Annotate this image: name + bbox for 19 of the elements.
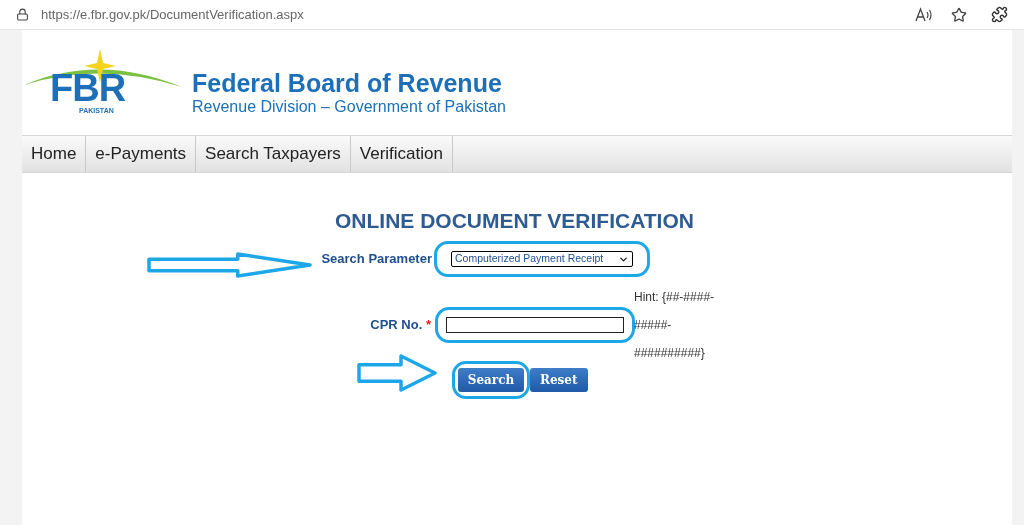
logo-letters: FBR [50,69,126,107]
read-aloud-icon[interactable] [915,6,933,23]
site-subtitle: Revenue Division – Government of Pakistan [192,97,506,117]
url-text[interactable]: https://e.fbr.gov.pk/DocumentVerification.aspx [41,4,304,25]
search-parameter-select[interactable]: Computerized Payment Receipt [451,251,633,267]
page-heading: ONLINE DOCUMENT VERIFICATION [335,209,695,233]
nav-link[interactable]: Search Taxpayers [196,136,351,172]
field-label: Search Parameter [321,250,432,269]
search-button[interactable]: Search [457,368,525,392]
reset-button[interactable]: Reset [530,368,588,392]
nav-link[interactable]: Verification [350,136,453,172]
lock-icon [16,8,29,21]
favorite-star-icon[interactable] [951,6,967,23]
nav-link[interactable]: Home [22,136,87,172]
extensions-icon[interactable] [991,6,1008,23]
site-title: Federal Board of Revenue [192,69,503,97]
nav-link[interactable]: e-Payments [86,136,197,172]
field-label: CPR No. * [370,316,431,335]
cpr-input-field[interactable] [446,317,624,333]
